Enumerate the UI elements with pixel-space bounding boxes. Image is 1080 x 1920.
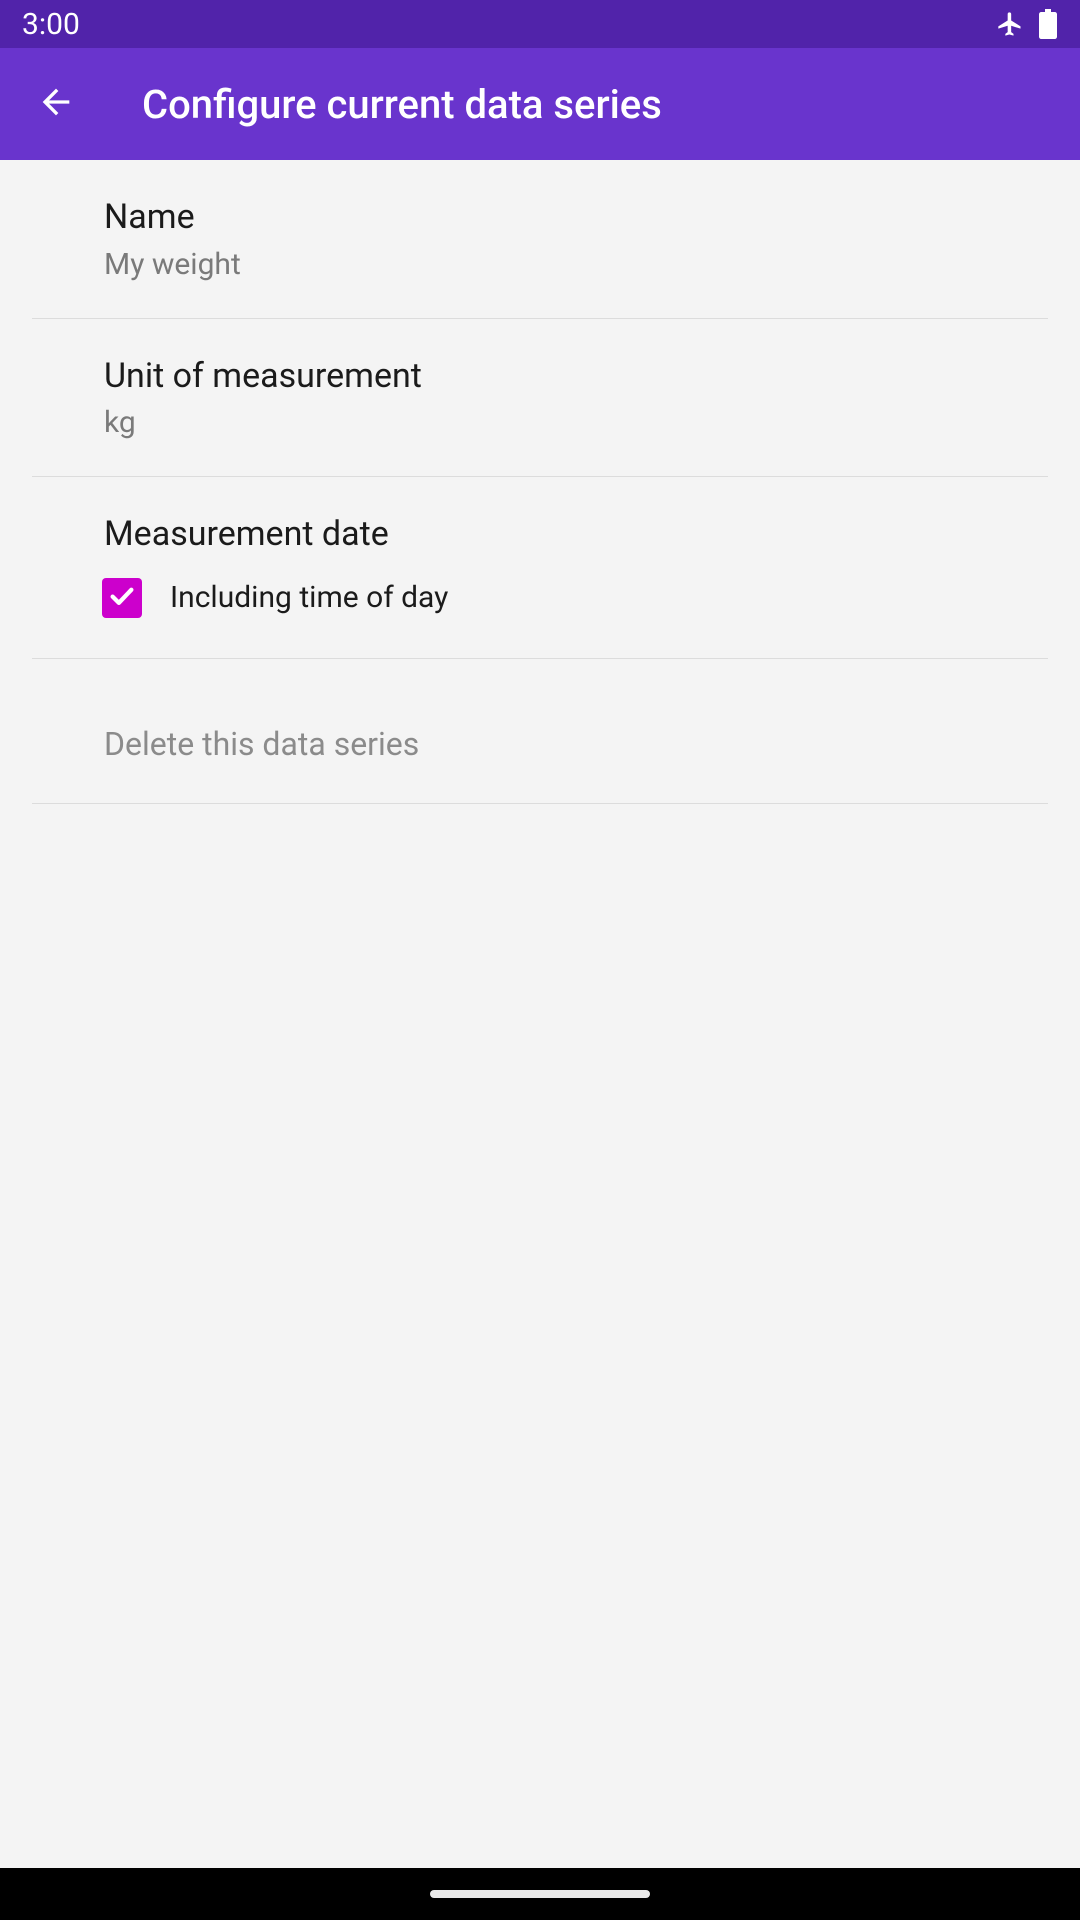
app-bar: Configure current data series	[0, 48, 1080, 160]
checkbox-time-of-day[interactable]	[102, 578, 142, 618]
row-delete-series[interactable]: Delete this data series	[32, 685, 1048, 804]
status-bar: 3:00	[0, 0, 1080, 48]
row-measurement-date: Measurement date Including time of day	[32, 477, 1048, 659]
delete-series-label: Delete this data series	[104, 725, 1048, 763]
row-unit[interactable]: Unit of measurement kg	[32, 319, 1048, 478]
back-button[interactable]	[34, 82, 78, 126]
row-measurement-date-label: Measurement date	[104, 513, 1048, 556]
battery-icon	[1038, 9, 1058, 39]
row-name-value: My weight	[104, 247, 1048, 282]
row-name[interactable]: Name My weight	[32, 160, 1048, 319]
checkbox-row-time-of-day[interactable]: Including time of day	[102, 578, 1048, 618]
system-nav-bar	[0, 1868, 1080, 1920]
spacer	[32, 659, 1048, 685]
arrow-back-icon	[36, 82, 76, 126]
status-time: 3:00	[22, 7, 80, 42]
content: Name My weight Unit of measurement kg Me…	[0, 160, 1080, 804]
page-title: Configure current data series	[142, 81, 662, 128]
check-icon	[107, 581, 137, 615]
row-unit-value: kg	[104, 405, 1048, 440]
row-unit-label: Unit of measurement	[104, 355, 1048, 398]
airplane-mode-icon	[996, 10, 1024, 38]
row-name-label: Name	[104, 196, 1048, 239]
nav-home-pill[interactable]	[430, 1890, 650, 1898]
checkbox-label: Including time of day	[170, 580, 448, 615]
status-icons	[996, 9, 1058, 39]
